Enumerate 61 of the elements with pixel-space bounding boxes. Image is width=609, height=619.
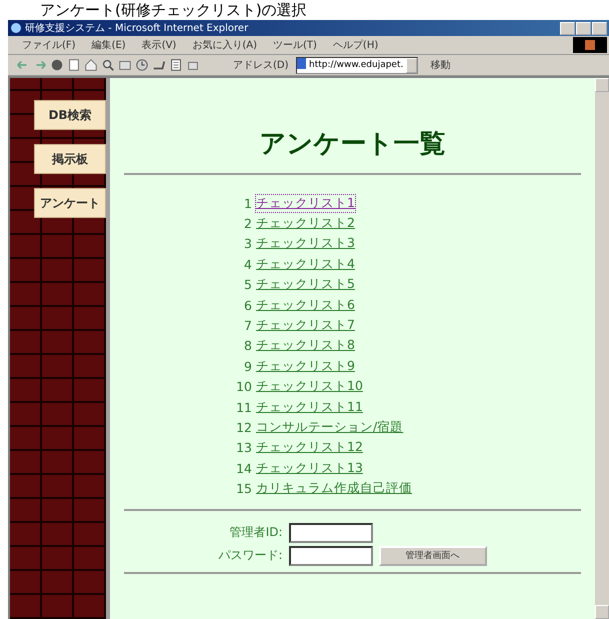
item-number: 5 [243,277,252,292]
item-number: 6 [243,298,252,313]
item-number: 11 [236,400,252,415]
item-number: 8 [243,338,252,354]
logo-icon [573,37,607,53]
minimize-button[interactable] [560,22,575,34]
item-number: 10 [236,379,252,394]
address-label: アドレス(D) [233,59,289,72]
survey-link[interactable]: カリキュラム作成自己評価 [256,480,412,498]
menu-item[interactable]: 表示(V) [142,38,176,52]
page-caption: アンケート(研修チェックリスト)の選択 [40,1,307,19]
survey-link[interactable]: チェックリスト11 [256,398,363,416]
survey-link[interactable]: コンサルテーション/宿題 [256,418,404,436]
field-label: パスワード: [218,547,283,564]
maximize-button[interactable] [576,22,591,34]
menu-item[interactable]: ツール(T) [273,38,317,52]
survey-link[interactable]: チェックリスト3 [256,235,355,252]
search-icon[interactable] [101,58,115,72]
admin-button[interactable]: 管理者画面へ [378,546,487,566]
survey-link[interactable]: チェックリスト10 [256,378,363,396]
home-icon[interactable] [84,58,98,72]
input-field[interactable] [288,522,373,543]
stop-icon[interactable] [50,58,64,72]
field-label: 管理者ID: [228,524,283,542]
item-number: 14 [236,460,252,476]
item-number: 15 [236,481,252,496]
item-number: 9 [243,358,252,374]
scrollbar[interactable] [595,78,609,619]
browser-icon [10,22,22,34]
item-number: 1 [243,196,252,211]
item-number: 12 [236,420,252,435]
survey-link[interactable]: チェックリスト1 [256,194,355,212]
item-number: 7 [243,318,252,334]
survey-link[interactable]: チェックリスト9 [256,358,355,375]
survey-link[interactable]: チェックリスト5 [256,276,355,294]
survey-link[interactable]: チェックリスト7 [256,317,355,334]
item-number: 13 [236,440,252,456]
password-field[interactable] [288,546,373,566]
page-heading: アンケート一覧 [260,128,446,161]
menu-item[interactable]: お気に入り(A) [192,38,257,52]
nav-button[interactable]: アンケート [34,188,106,218]
close-button[interactable] [592,22,607,34]
survey-link[interactable]: チェックリスト8 [256,337,355,354]
nav-button[interactable]: 掲示板 [34,144,106,174]
menu-item[interactable]: 編集(E) [92,38,126,52]
item-number: 3 [243,236,252,252]
survey-link[interactable]: チェックリスト2 [256,215,355,232]
survey-link[interactable]: チェックリスト13 [256,460,363,477]
item-number: 2 [243,216,252,232]
window-title: 研修支援システム - Microsoft Internet Explorer [25,22,250,35]
nav-button[interactable]: DB検索 [34,100,106,130]
menu-item[interactable]: ファイル(F) [22,38,76,52]
address-field[interactable]: http://www.edujapet. [296,56,418,74]
menu-item[interactable]: ヘルプ(H) [332,38,378,52]
survey-link[interactable]: チェックリスト12 [256,439,363,456]
go-button[interactable]: 移動 [430,58,451,72]
survey-link[interactable]: チェックリスト6 [256,296,355,314]
document-icon[interactable] [169,58,183,72]
item-number: 4 [243,256,252,272]
clock-icon[interactable] [135,58,149,72]
survey-link[interactable]: チェックリスト4 [256,256,355,273]
